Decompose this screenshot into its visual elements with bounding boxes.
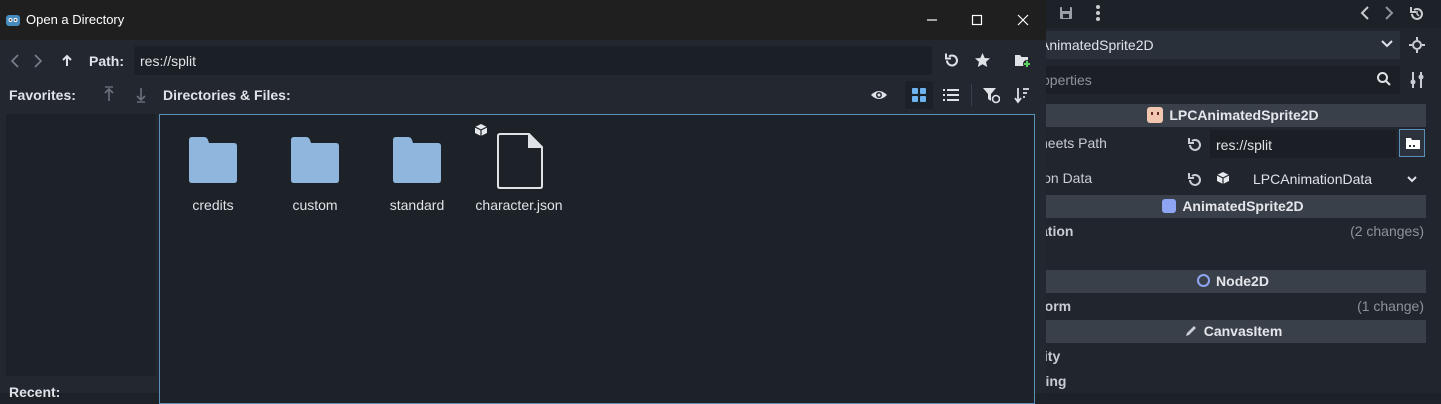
inspector-toolbar: [1040, 0, 1441, 28]
favorites-label: Favorites:: [9, 87, 76, 103]
resource-icon: [1216, 171, 1230, 185]
file-item-custom[interactable]: custom: [265, 133, 365, 223]
animation-data-label: ion Data: [1040, 170, 1093, 186]
folder-browse-icon: [1405, 136, 1421, 150]
path-label: Path:: [89, 53, 124, 69]
resource-badge-icon: [474, 123, 488, 137]
godot-icon: [5, 12, 21, 28]
search-icon: [1376, 71, 1392, 87]
filter-placeholder: operties: [1042, 72, 1092, 88]
path-input[interactable]: [134, 46, 932, 75]
section-canvas-label: CanvasItem: [1203, 323, 1283, 339]
file-icon: [497, 133, 543, 189]
recent-label: Recent:: [9, 384, 61, 400]
file-name: credits: [192, 197, 234, 213]
move-favorite-up-icon[interactable]: [102, 86, 116, 103]
file-name: standard: [389, 197, 445, 213]
folder-icon: [189, 137, 237, 183]
chevron-down-icon: [1406, 173, 1418, 185]
history-back-icon[interactable]: [1358, 5, 1372, 21]
pencil-icon: [1184, 324, 1198, 338]
refresh-icon[interactable]: [943, 52, 960, 69]
sheets-path-field[interactable]: res://split: [1210, 130, 1396, 158]
file-item-standard[interactable]: standard: [367, 133, 467, 223]
section-canvas-item[interactable]: CanvasItem: [1040, 320, 1426, 343]
section-animated-sprite[interactable]: AnimatedSprite2D: [1040, 195, 1426, 218]
folder-icon: [393, 137, 441, 183]
file-name: custom: [292, 197, 338, 213]
favorite-star-icon[interactable]: [974, 52, 991, 69]
file-item-character-json[interactable]: character.json: [469, 123, 569, 223]
grid-view-icon: [912, 88, 926, 102]
files-label: Directories & Files:: [163, 87, 291, 103]
filter-properties-input[interactable]: operties: [1040, 66, 1400, 94]
maximize-button[interactable]: [969, 12, 985, 28]
inspector-panel: AnimatedSprite2D operties LPCAnimatedSpr…: [1040, 0, 1441, 393]
section-lpc-label: LPCAnimatedSprite2D: [1169, 107, 1319, 123]
minimize-button[interactable]: [924, 12, 940, 28]
node2d-icon: [1197, 274, 1211, 287]
go-up-icon[interactable]: [60, 53, 74, 69]
node-selector[interactable]: AnimatedSprite2D: [1040, 31, 1400, 59]
toggle-hidden-eye-icon[interactable]: [870, 86, 888, 104]
dialog-titlebar[interactable]: Open a Directory: [0, 0, 1046, 40]
transform-changes: (1 change): [1357, 298, 1424, 314]
file-item-credits[interactable]: credits: [163, 133, 263, 223]
section-node2d[interactable]: Node2D: [1040, 270, 1426, 293]
go-forward-icon[interactable]: [32, 53, 44, 69]
sort-icon[interactable]: [1013, 86, 1031, 104]
go-back-icon[interactable]: [9, 53, 21, 69]
animation-data-value: LPCAnimationData: [1253, 171, 1373, 187]
section-animated-label: AnimatedSprite2D: [1182, 198, 1304, 214]
filter-icon[interactable]: [982, 86, 1000, 104]
save-icon[interactable]: [1058, 5, 1074, 21]
browse-folder-button[interactable]: [1399, 129, 1425, 157]
dialog-title: Open a Directory: [26, 12, 125, 27]
more-options-icon[interactable]: [1090, 4, 1106, 22]
history-forward-icon[interactable]: [1382, 5, 1396, 21]
file-name: character.json: [475, 197, 563, 213]
section-lpc-animated-sprite[interactable]: LPCAnimatedSprite2D: [1040, 104, 1426, 127]
close-button[interactable]: [1015, 12, 1031, 28]
folder-icon: [291, 137, 339, 183]
list-view-icon[interactable]: [943, 87, 959, 103]
files-grid[interactable]: credits custom standard character.json: [159, 114, 1035, 404]
toolbar-divider: [971, 84, 972, 106]
favorites-list[interactable]: [6, 114, 156, 376]
tools-icon[interactable]: [1409, 71, 1425, 89]
create-folder-icon[interactable]: [1014, 52, 1032, 69]
move-favorite-down-icon[interactable]: [134, 86, 148, 103]
open-directory-dialog: Open a Directory Path: res://split Favor…: [0, 0, 1046, 404]
chevron-down-icon: [1380, 37, 1394, 51]
history-icon[interactable]: [1408, 5, 1426, 23]
node-info-icon[interactable]: [1408, 36, 1426, 54]
sheets-path-value: res://split: [1216, 137, 1273, 153]
revert-icon[interactable]: [1186, 137, 1202, 153]
animation-data-resource[interactable]: LPCAnimationData: [1210, 166, 1426, 192]
revert-icon[interactable]: [1186, 172, 1202, 188]
node-name: AnimatedSprite2D: [1040, 37, 1154, 53]
lpc-sprite-icon: [1147, 107, 1164, 123]
section-node2d-label: Node2D: [1216, 273, 1269, 289]
animated-sprite-icon: [1162, 199, 1177, 213]
animation-changes: (2 changes): [1350, 223, 1424, 239]
sheets-path-label: heets Path: [1040, 135, 1107, 151]
path-value: res://split: [140, 53, 197, 69]
thumbnail-view-button[interactable]: [905, 81, 933, 109]
